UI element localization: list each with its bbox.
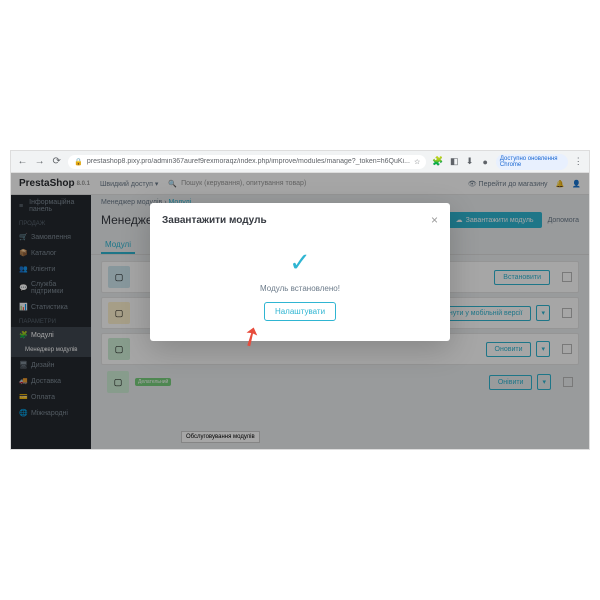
url-text: prestashop8.pixy.pro/admin367auref9rexmo… [87, 158, 410, 165]
forward-icon[interactable]: → [34, 155, 45, 169]
modal-title: Завантажити модуль [162, 215, 267, 226]
reload-icon[interactable]: ⟳ [51, 155, 62, 169]
install-success-message: Модуль встановлено! [162, 284, 438, 293]
download-icon[interactable]: ⬇ [465, 156, 474, 168]
chrome-update-badge[interactable]: Доступно оновлення Chrome [496, 154, 568, 170]
extension-icon[interactable]: 🧩 [432, 156, 443, 168]
profile-icon[interactable]: ● [480, 156, 489, 168]
url-bar[interactable]: 🔒 prestashop8.pixy.pro/admin367auref9rex… [68, 155, 426, 169]
back-icon[interactable]: ← [17, 155, 28, 169]
menu-icon[interactable]: ⋮ [574, 156, 583, 168]
star-icon[interactable]: ☆ [414, 158, 420, 166]
annotation-arrow-icon: ➚ [234, 318, 268, 356]
checkmark-icon: ✓ [162, 247, 438, 278]
close-icon[interactable]: × [431, 213, 438, 227]
lock-icon: 🔒 [74, 158, 83, 166]
upload-module-modal: Завантажити модуль × ✓ Модуль встановлен… [150, 203, 450, 341]
configure-button[interactable]: Налаштувати [264, 302, 336, 321]
browser-chrome: ← → ⟳ 🔒 prestashop8.pixy.pro/admin367aur… [11, 151, 589, 173]
extension2-icon[interactable]: ◧ [449, 156, 458, 168]
modal-overlay[interactable]: Завантажити модуль × ✓ Модуль встановлен… [11, 173, 589, 449]
